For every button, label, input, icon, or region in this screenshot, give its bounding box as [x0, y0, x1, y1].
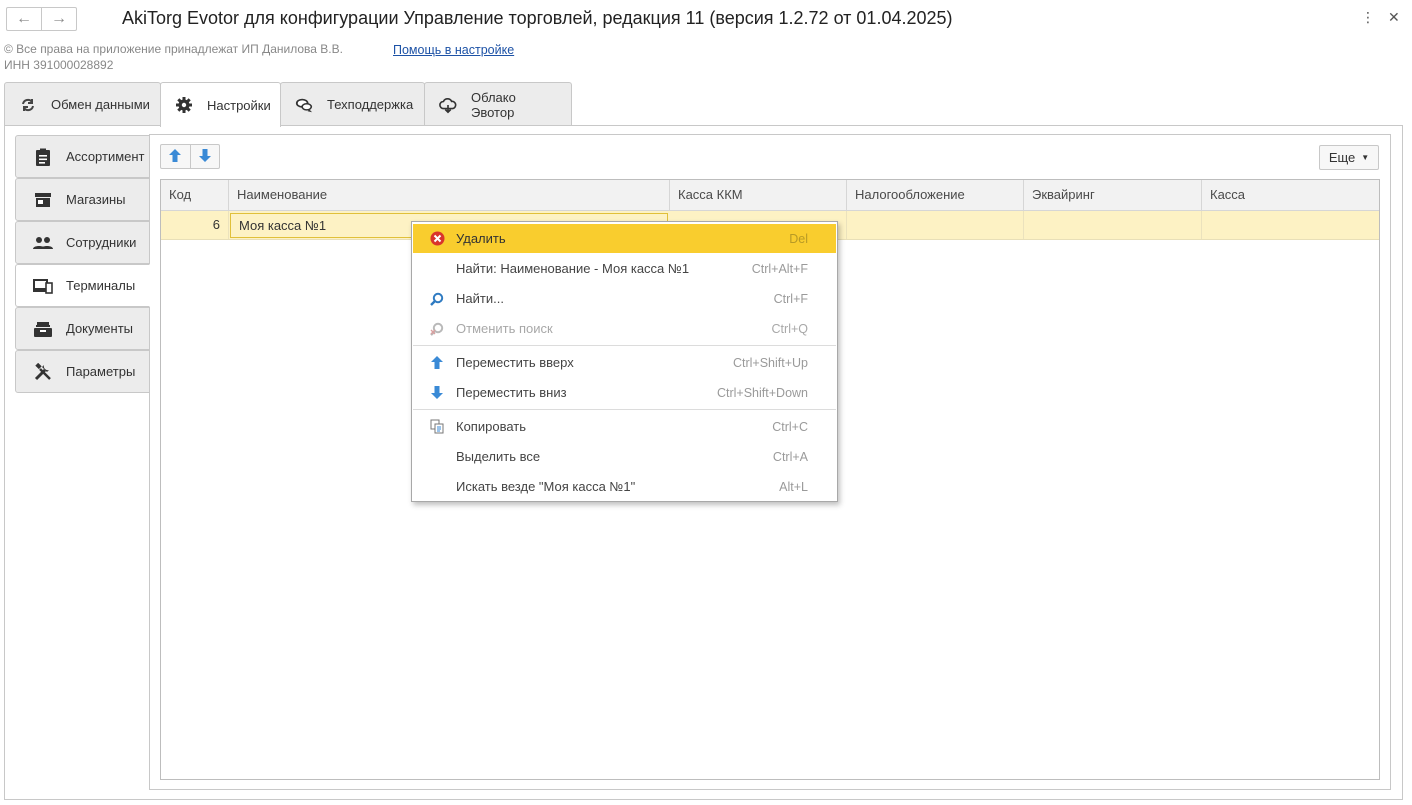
col-header-name[interactable]: Наименование [229, 180, 670, 210]
help-link[interactable]: Помощь в настройке [393, 43, 514, 57]
context-menu: Удалить Del Найти: Наименование - Моя ка… [411, 221, 838, 502]
col-header-code[interactable]: Код [161, 180, 229, 210]
delete-icon [427, 229, 447, 249]
arrow-down-icon [427, 383, 447, 403]
arrow-up-icon [427, 353, 447, 373]
close-icon[interactable]: ✕ [1388, 9, 1400, 26]
menu-item-move-down[interactable]: Переместить вниз Ctrl+Shift+Down [413, 378, 836, 407]
window-title: AkiTorg Evotor для конфигурации Управлен… [122, 8, 953, 28]
copy-icon [427, 417, 447, 437]
menu-separator [413, 345, 836, 346]
chat-bubbles-icon [295, 96, 313, 114]
store-icon [33, 190, 53, 210]
more-label: Еще [1328, 150, 1356, 165]
menu-item-label: Искать везде "Моя касса №1" [456, 479, 636, 494]
sidetab-label: Сотрудники [66, 235, 137, 250]
col-header-cash[interactable]: Касса [1202, 180, 1380, 210]
move-up-button[interactable] [161, 145, 190, 168]
menu-item-label: Выделить все [456, 449, 541, 464]
col-header-tax[interactable]: Налогообложение [847, 180, 1024, 210]
menu-icon-placeholder [427, 447, 447, 467]
arrow-right-icon[interactable]: → [41, 8, 76, 30]
col-header-acquiring[interactable]: Эквайринг [1024, 180, 1202, 210]
arrow-up-icon [169, 148, 182, 165]
menu-item-copy[interactable]: Копировать Ctrl+C [413, 412, 836, 441]
sidetab-label: Терминалы [66, 278, 136, 293]
tab-support[interactable]: Техподдержка [280, 82, 425, 126]
move-down-button[interactable] [189, 145, 220, 168]
menu-item-label: Отменить поиск [456, 321, 553, 336]
menu-item-shortcut: Ctrl+Shift+Down [716, 385, 808, 400]
inn-text: ИНН 391000028892 [4, 58, 114, 72]
menu-item-label: Найти: Наименование - Моя касса №1 [456, 261, 690, 276]
vertical-dots-icon[interactable]: ⋮ [1361, 9, 1375, 26]
copyright-text: © Все права на приложение принадлежат ИП… [4, 42, 343, 56]
clipboard-icon [33, 147, 53, 167]
sidetab-label: Документы [66, 321, 134, 336]
menu-item-shortcut: Ctrl+Shift+Up [732, 355, 808, 370]
menu-item-shortcut: Del [789, 231, 808, 246]
menu-item-label: Удалить [456, 231, 506, 246]
tab-label: Техподдержка [327, 97, 414, 112]
sidetab-assortment[interactable]: Ассортимент [15, 135, 150, 178]
menu-item-label: Переместить вверх [456, 355, 574, 370]
menu-separator [413, 409, 836, 410]
menu-item-find[interactable]: Найти... Ctrl+F [413, 284, 836, 313]
more-button[interactable]: Еще ▼ [1319, 145, 1379, 170]
menu-item-select-all[interactable]: Выделить все Ctrl+A [413, 442, 836, 471]
move-buttons [160, 144, 220, 169]
menu-item-shortcut: Ctrl+A [772, 449, 808, 464]
menu-item-shortcut: Ctrl+Q [771, 321, 808, 336]
devices-icon [33, 276, 53, 296]
tools-icon [33, 362, 53, 382]
tab-data-exchange[interactable]: Обмен данными [4, 82, 161, 126]
navigation-buttons: ← → [6, 7, 77, 31]
col-header-kkm[interactable]: Касса ККМ [670, 180, 847, 210]
arrow-left-icon[interactable]: ← [7, 8, 41, 30]
sidetab-parameters[interactable]: Параметры [15, 350, 150, 393]
tab-label: Обмен данными [51, 97, 150, 112]
menu-item-shortcut: Ctrl+F [773, 291, 808, 306]
cell-acquiring[interactable] [1024, 211, 1202, 239]
tab-label: Облако Эвотор [471, 89, 516, 120]
cell-tax[interactable] [847, 211, 1024, 239]
cloud-icon [439, 96, 457, 114]
sidetab-terminals[interactable]: Терминалы [15, 264, 150, 307]
sidetab-label: Магазины [66, 192, 126, 207]
menu-item-label: Найти... [456, 291, 504, 306]
side-tabs: Ассортимент Магазины Сотрудники Терминал… [15, 135, 150, 393]
menu-item-find-name[interactable]: Найти: Наименование - Моя касса №1 Ctrl+… [413, 254, 836, 283]
menu-item-search-everywhere[interactable]: Искать везде "Моя касса №1" Alt+L [413, 472, 836, 501]
sidetab-documents[interactable]: Документы [15, 307, 150, 350]
menu-item-move-up[interactable]: Переместить вверх Ctrl+Shift+Up [413, 348, 836, 377]
cell-code[interactable]: 6 [161, 211, 229, 239]
tab-label: Настройки [207, 97, 271, 113]
chevron-down-icon: ▼ [1361, 153, 1370, 162]
menu-item-shortcut: Alt+L [779, 479, 808, 494]
top-tabs: Обмен данными Настройки Техподдержка Обл… [4, 82, 572, 127]
menu-item-label: Копировать [456, 419, 526, 434]
tab-evotor-cloud[interactable]: Облако Эвотор [424, 82, 572, 126]
gear-icon [175, 96, 193, 114]
sidetab-employees[interactable]: Сотрудники [15, 221, 150, 264]
arrow-down-icon [198, 148, 211, 165]
cell-cash[interactable] [1202, 211, 1380, 239]
tab-settings[interactable]: Настройки [160, 82, 281, 127]
search-icon [427, 289, 447, 309]
sidetab-label: Параметры [66, 364, 136, 379]
people-icon [33, 233, 53, 253]
cancel-search-icon [427, 319, 447, 339]
sync-icon [19, 96, 37, 114]
sidetab-stores[interactable]: Магазины [15, 178, 150, 221]
menu-item-label: Переместить вниз [456, 385, 567, 400]
menu-icon-placeholder [427, 477, 447, 497]
tray-icon [33, 319, 53, 339]
menu-item-delete[interactable]: Удалить Del [413, 224, 836, 253]
menu-item-shortcut: Ctrl+C [772, 419, 808, 434]
menu-icon-placeholder [427, 259, 447, 279]
menu-item-shortcut: Ctrl+Alt+F [751, 261, 808, 276]
sidetab-label: Ассортимент [66, 149, 145, 164]
table-header: Код Наименование Касса ККМ Налогообложен… [161, 180, 1379, 211]
menu-item-cancel-search[interactable]: Отменить поиск Ctrl+Q [413, 314, 836, 343]
